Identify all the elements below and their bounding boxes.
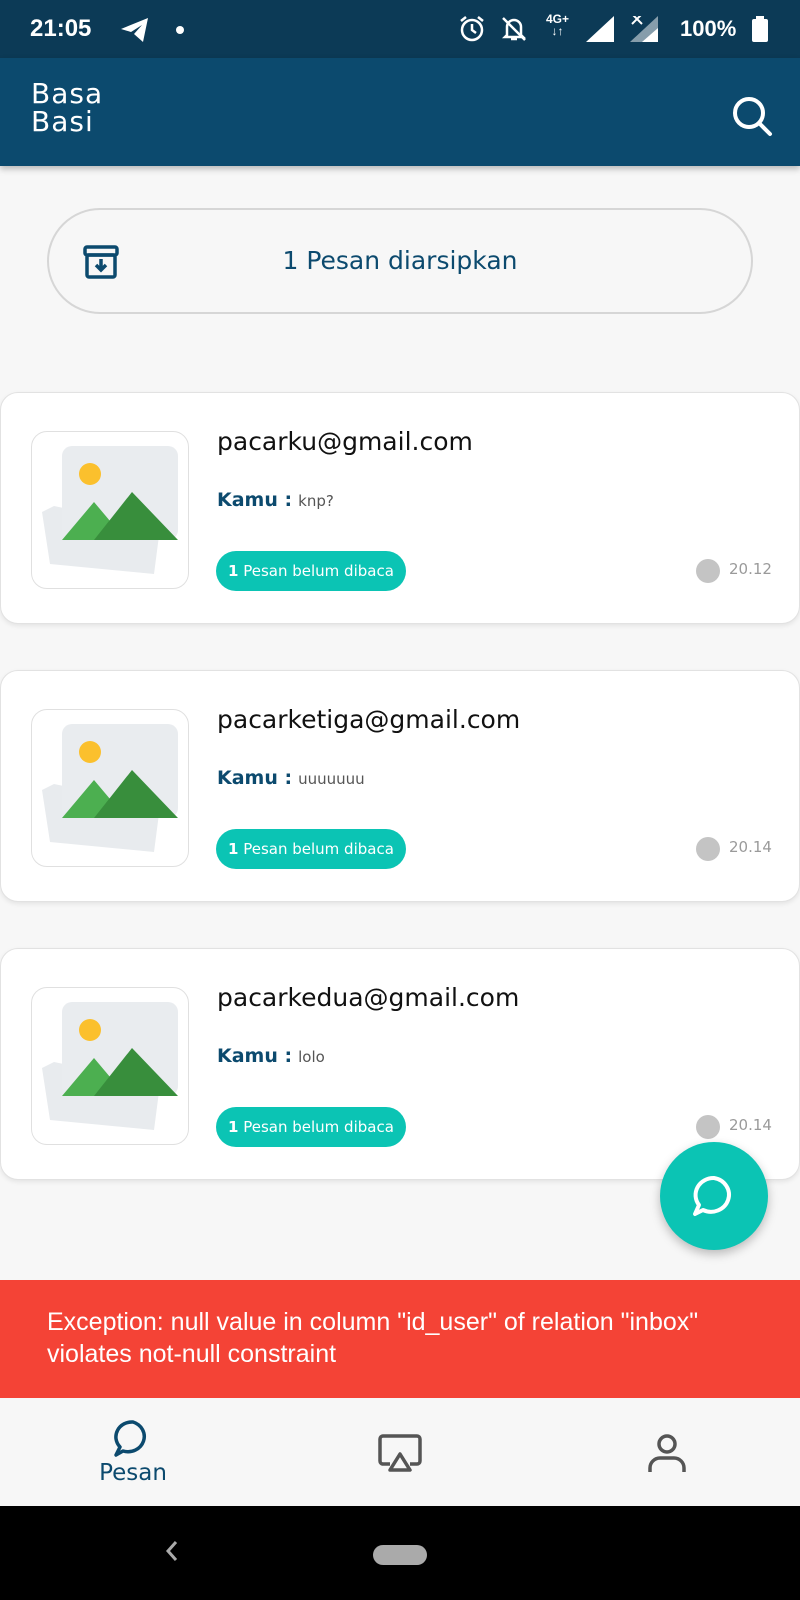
unread-count: 1 [228, 1118, 239, 1136]
chat-time: 20.14 [729, 838, 772, 856]
image-placeholder-icon [31, 709, 189, 867]
unread-badge: 1 Pesan belum dibaca [216, 551, 406, 591]
chat-icon [114, 1420, 146, 1457]
unread-label: Pesan belum dibaca [243, 562, 394, 580]
status-time: 21:05 [30, 15, 92, 42]
image-placeholder-icon [31, 987, 189, 1145]
new-chat-button[interactable] [660, 1142, 768, 1250]
chat-email: pacarkedua@gmail.com [217, 983, 520, 1012]
chat-email: pacarketiga@gmail.com [217, 705, 521, 734]
bell-off-icon [500, 15, 528, 47]
cast-icon [378, 1434, 422, 1472]
app-logo: Basa Basi [31, 80, 103, 136]
archived-messages-label: 1 Pesan diarsipkan [282, 246, 518, 275]
chat-sender: Kamu : [217, 1045, 293, 1067]
alarm-icon [458, 15, 486, 47]
chat-item[interactable]: pacarkedua@gmail.com Kamu : lolo 1 Pesan… [0, 948, 800, 1180]
logo-line-1: Basa [31, 77, 104, 110]
status-dot [696, 559, 720, 583]
chat-message: knp? [298, 492, 334, 510]
chat-preview: Kamu : knp? [217, 489, 334, 511]
person-icon [648, 1434, 686, 1472]
unread-count: 1 [228, 562, 239, 580]
unread-count: 1 [228, 840, 239, 858]
telegram-icon [120, 17, 150, 47]
chat-preview: Kamu : lolo [217, 1045, 325, 1067]
chat-email: pacarku@gmail.com [217, 427, 473, 456]
battery-percent: 100% [680, 16, 737, 41]
nav-item-profile[interactable] [534, 1398, 800, 1506]
chat-sender: Kamu : [217, 489, 293, 511]
image-placeholder-icon [31, 431, 189, 589]
signal-icon [586, 16, 614, 46]
unread-label: Pesan belum dibaca [243, 1118, 394, 1136]
chat-message: lolo [298, 1048, 325, 1066]
error-snackbar: Exception: null value in column "id_user… [0, 1280, 800, 1398]
battery-icon [752, 16, 768, 46]
nav-item-pesan[interactable]: Pesan [0, 1398, 266, 1506]
search-icon [733, 97, 772, 136]
signal-off-icon [630, 13, 658, 46]
bottom-nav: Pesan [0, 1398, 800, 1506]
chat-message: uuuuuuu [298, 770, 365, 788]
chat-bubble-icon [693, 1175, 731, 1216]
status-dot [696, 837, 720, 861]
unread-label: Pesan belum dibaca [243, 840, 394, 858]
home-pill[interactable] [373, 1545, 427, 1565]
unread-badge: 1 Pesan belum dibaca [216, 1107, 406, 1147]
chat-sender: Kamu : [217, 767, 293, 789]
chat-item[interactable]: pacarketiga@gmail.com Kamu : uuuuuuu 1 P… [0, 670, 800, 902]
chat-time: 20.14 [729, 1116, 772, 1134]
chat-preview: Kamu : uuuuuuu [217, 767, 365, 789]
dot-icon [176, 26, 184, 34]
network-type: 4G+ ↓↑ [546, 12, 570, 38]
search-button[interactable] [730, 94, 774, 138]
chat-time: 20.12 [729, 560, 772, 578]
nav-item-label: Pesan [99, 1460, 167, 1486]
nav-item-feed[interactable] [267, 1398, 533, 1506]
system-nav-bar [0, 1506, 800, 1600]
logo-line-2: Basi [31, 105, 94, 138]
app-bar: Basa Basi [0, 58, 800, 166]
unread-badge: 1 Pesan belum dibaca [216, 829, 406, 869]
chat-item[interactable]: pacarku@gmail.com Kamu : knp? 1 Pesan be… [0, 392, 800, 624]
status-bar: 21:05 4G+ ↓↑ 100% [0, 0, 800, 58]
back-icon[interactable] [162, 1536, 182, 1570]
status-dot [696, 1115, 720, 1139]
archived-messages-button[interactable]: 1 Pesan diarsipkan [47, 208, 753, 314]
